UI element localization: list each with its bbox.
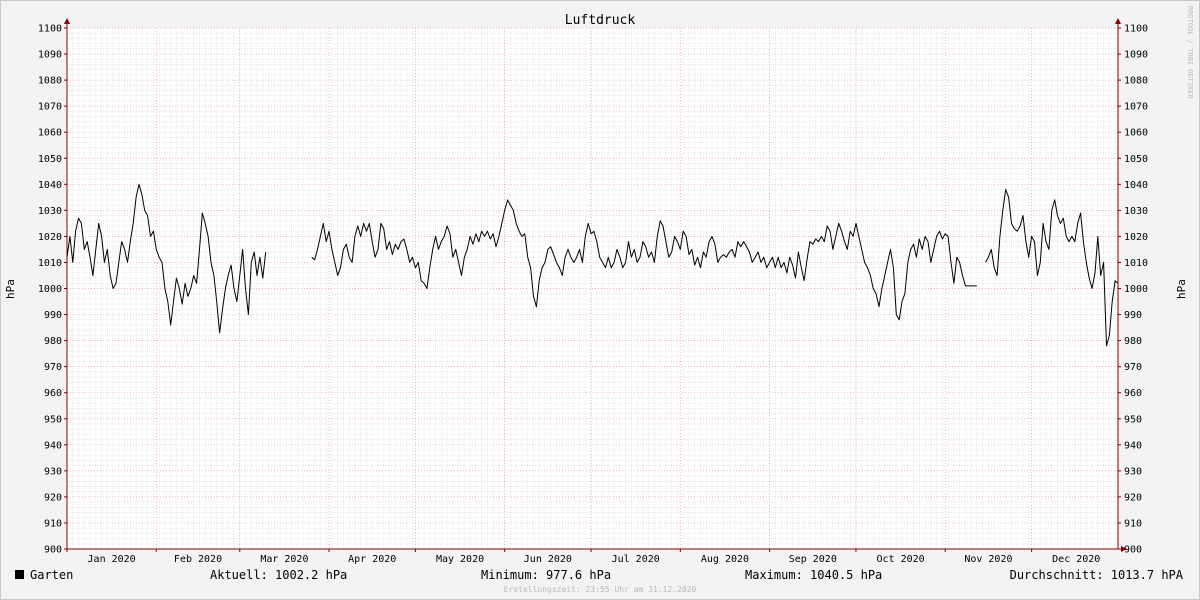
x-tick-labels: Jan 2020 Feb 2020 Mar 2020 Apr 2020 May 2020… — [88, 554, 1101, 565]
y-tick-label-right: 920 — [1124, 492, 1142, 503]
x-tick-label: Nov 2020 — [964, 554, 1012, 565]
x-tick-label: Feb 2020 — [174, 554, 222, 565]
y-tick-label-right: 970 — [1124, 362, 1142, 373]
x-tick-label: Dec 2020 — [1052, 554, 1100, 565]
y-tick-label-left: 1010 — [38, 258, 62, 269]
y-tick-label-right: 940 — [1124, 440, 1142, 451]
y-tick-label-right: 990 — [1124, 310, 1142, 321]
y-tick-label-right: 1030 — [1124, 206, 1148, 217]
x-tick-label: Oct 2020 — [877, 554, 925, 565]
y-tick-label-left: 1000 — [38, 284, 62, 295]
y-tick-label-right: 950 — [1124, 414, 1142, 425]
y-tick-label-left: 970 — [44, 362, 62, 373]
y-tick-label-right: 980 — [1124, 336, 1142, 347]
x-tick-label: Jan 2020 — [88, 554, 136, 565]
y-tick-label-left: 1060 — [38, 128, 62, 139]
y-tick-label-left: 930 — [44, 466, 62, 477]
x-tick-label: Sep 2020 — [789, 554, 837, 565]
y-tick-label-right: 1090 — [1124, 50, 1148, 61]
y-axis-label-left: hPa — [4, 279, 17, 299]
y-tick-label-right: 1010 — [1124, 258, 1148, 269]
y-tick-label-right: 960 — [1124, 388, 1142, 399]
y-tick-label-left: 910 — [44, 518, 62, 529]
y-tick-label-left: 950 — [44, 414, 62, 425]
x-tick-label: May 2020 — [436, 554, 484, 565]
creation-time: Erstellungszeit: 23:55 Uhr am 31.12.2020 — [504, 585, 697, 594]
x-tick-label: Jun 2020 — [524, 554, 572, 565]
y-axis-label-right: hPa — [1175, 279, 1188, 299]
y-tick-label-left: 1020 — [38, 232, 62, 243]
current-value: Aktuell: 1002.2 hPa — [210, 568, 347, 582]
chart: 900 910 920 930 940 950 960 970 980 990 1000 1010 10… — [4, 6, 1194, 594]
y-tick-label-left: 940 — [44, 440, 62, 451]
minimum-value: Minimum: 977.6 hPa — [481, 568, 611, 582]
legend-swatch — [15, 570, 24, 579]
y-tick-label-left: 1080 — [38, 76, 62, 87]
y-tick-labels-left: 900 910 920 930 940 950 960 970 980 990 1000 1010 10… — [38, 24, 62, 556]
y-tick-label-right: 910 — [1124, 518, 1142, 529]
y-tick-label-right: 900 — [1124, 545, 1142, 556]
y-tick-label-left: 1040 — [38, 180, 62, 191]
watermark: RRDTOOL / TOBI OETIKER — [1186, 6, 1194, 100]
chart-title: Luftdruck — [565, 13, 636, 28]
x-tick-label: Mar 2020 — [260, 554, 308, 565]
average-value: Durchschnitt: 1013.7 hPA — [1010, 568, 1184, 582]
y-tick-label-left: 1070 — [38, 102, 62, 113]
y-tick-label-left: 900 — [44, 545, 62, 556]
legend-label: Garten — [30, 568, 73, 582]
y-tick-label-right: 1080 — [1124, 76, 1148, 87]
y-tick-label-left: 920 — [44, 492, 62, 503]
y-tick-label-left: 1100 — [38, 24, 62, 35]
y-tick-label-left: 1030 — [38, 206, 62, 217]
x-tick-label: Aug 2020 — [701, 554, 749, 565]
y-tick-labels-right: 900 910 920 930 940 950 960 970 980 990 1000 1010 10… — [1124, 24, 1148, 556]
y-tick-label-right: 1050 — [1124, 154, 1148, 165]
y-axis-arrow-right — [1115, 18, 1121, 24]
y-tick-label-left: 960 — [44, 388, 62, 399]
y-tick-label-right: 1060 — [1124, 128, 1148, 139]
y-tick-label-left: 1090 — [38, 50, 62, 61]
y-tick-label-right: 1070 — [1124, 102, 1148, 113]
y-tick-label-right: 1100 — [1124, 24, 1148, 35]
y-tick-label-left: 980 — [44, 336, 62, 347]
maximum-value: Maximum: 1040.5 hPa — [745, 568, 882, 582]
y-tick-label-left: 990 — [44, 310, 62, 321]
y-tick-label-left: 1050 — [38, 154, 62, 165]
y-tick-label-right: 1020 — [1124, 232, 1148, 243]
x-tick-label: Apr 2020 — [348, 554, 396, 565]
y-axis-arrow-left — [64, 18, 70, 24]
y-tick-label-right: 1000 — [1124, 284, 1148, 295]
y-tick-label-right: 1040 — [1124, 180, 1148, 191]
x-tick-label: Jul 2020 — [612, 554, 660, 565]
y-tick-label-right: 930 — [1124, 466, 1142, 477]
